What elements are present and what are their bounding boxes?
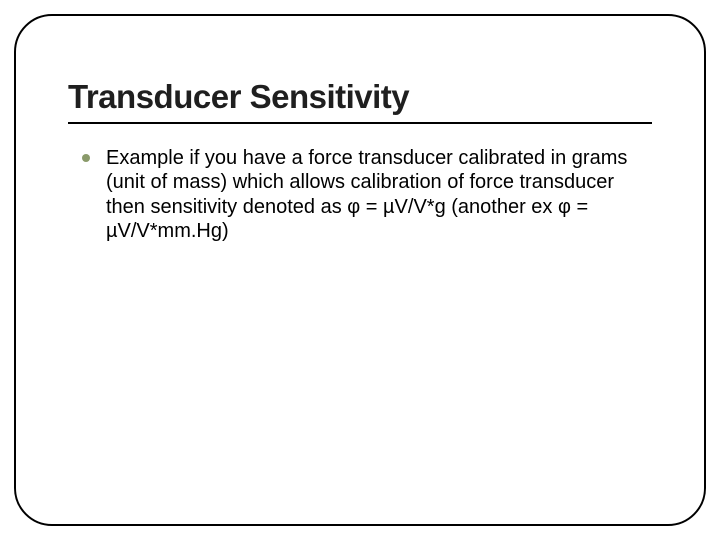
slide-title: Transducer Sensitivity [68, 78, 652, 122]
bullet-item: Example if you have a force transducer c… [68, 146, 652, 244]
slide-border: Transducer Sensitivity Example if you ha… [14, 14, 706, 526]
slide-content: Transducer Sensitivity Example if you ha… [16, 16, 704, 284]
title-underline [68, 122, 652, 124]
bullet-text: Example if you have a force transducer c… [106, 146, 652, 244]
bullet-icon [82, 154, 90, 162]
